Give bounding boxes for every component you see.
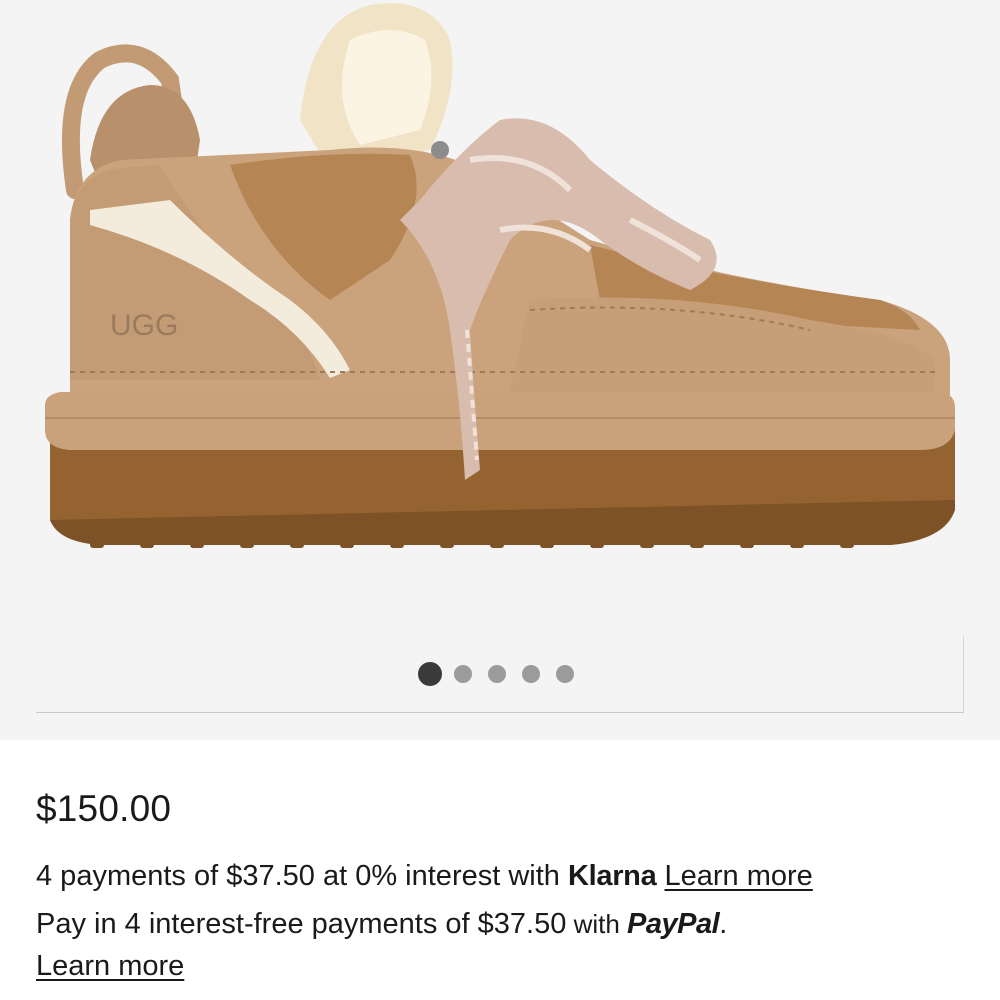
product-image[interactable]: UGG xyxy=(30,0,970,600)
gallery-edge-divider xyxy=(963,636,964,712)
klarna-text: 4 payments of $37.50 at 0% interest with xyxy=(36,860,568,892)
carousel-dot-5[interactable] xyxy=(556,665,574,683)
paypal-learn-more-link[interactable]: Learn more xyxy=(36,950,184,982)
product-price: $150.00 xyxy=(36,788,172,829)
ugg-logo: UGG xyxy=(110,309,178,342)
paypal-period: . xyxy=(719,908,728,940)
carousel-dot-1[interactable] xyxy=(418,662,442,686)
paypal-installments: Pay in 4 interest-free payments of $37.5… xyxy=(36,908,727,941)
klarna-learn-more-link[interactable]: Learn more xyxy=(665,860,813,892)
paypal-with-text: with xyxy=(566,909,628,939)
paypal-logo: PayPal xyxy=(627,908,720,940)
carousel-pagination xyxy=(418,662,574,686)
paypal-learn-more-row: Learn more xyxy=(36,950,184,983)
paypal-text: Pay in 4 interest-free payments of $37.5… xyxy=(36,908,567,940)
carousel-dot-2[interactable] xyxy=(454,665,472,683)
klarna-installments: 4 payments of $37.50 at 0% interest with… xyxy=(36,860,813,893)
product-image-gallery[interactable]: UGG xyxy=(0,0,1000,740)
carousel-dot-4[interactable] xyxy=(522,665,540,683)
carousel-dot-3[interactable] xyxy=(488,665,506,683)
gallery-divider xyxy=(36,712,964,713)
klarna-logo: Klarna xyxy=(567,860,657,892)
